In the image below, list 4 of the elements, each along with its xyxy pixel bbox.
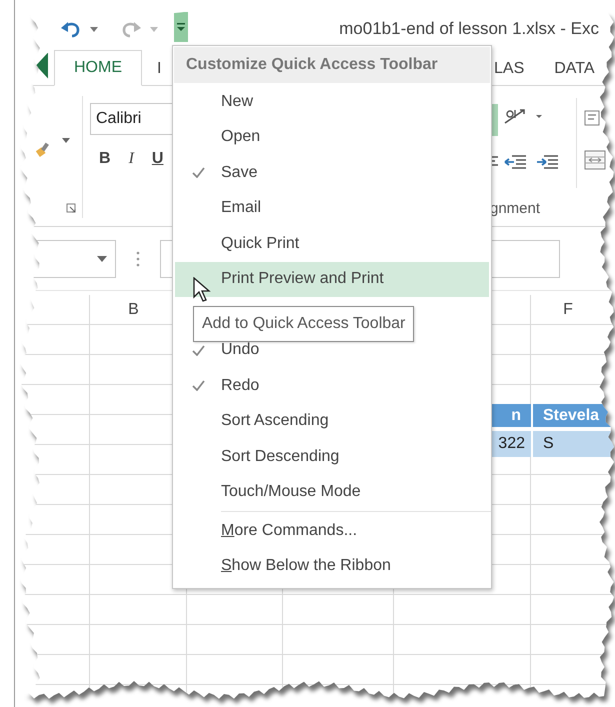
table-cell: S [531,427,615,457]
window-title: mo01b1-end of lesson 1.xlsx - Exc [339,19,599,39]
menu-title: Customize Quick Access Toolbar [174,47,490,83]
tooltip: Add to Quick Access Toolbar [193,306,414,342]
